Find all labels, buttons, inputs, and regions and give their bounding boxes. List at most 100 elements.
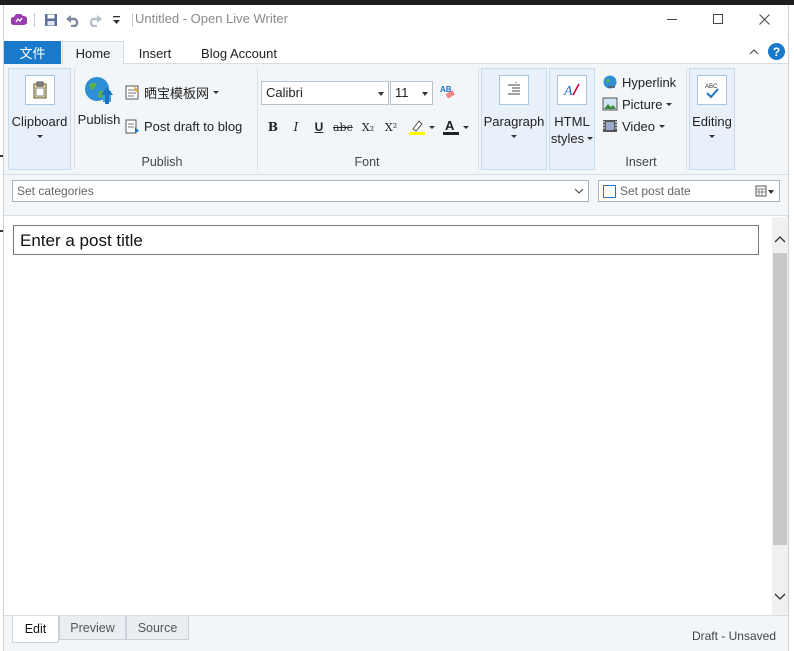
qat-separator [34, 13, 35, 27]
tab-preview[interactable]: Preview [59, 616, 126, 640]
font-group-label: Font [354, 155, 380, 169]
clipboard-button[interactable]: Clipboard [8, 68, 71, 170]
italic-button[interactable]: I [287, 117, 305, 137]
tab-edit[interactable]: Edit [12, 616, 59, 643]
post-date-picker[interactable]: Set post date [598, 180, 780, 202]
minimize-button[interactable] [649, 5, 695, 34]
video-icon [602, 118, 618, 134]
blog-selector[interactable]: 晒宝模板网 [124, 82, 220, 102]
save-icon[interactable] [42, 12, 59, 29]
maximize-button[interactable] [695, 5, 741, 34]
chevron-down-icon [511, 135, 517, 138]
font-size-value: 11 [395, 85, 409, 100]
highlighter-icon [409, 120, 425, 135]
clipboard-icon [24, 75, 55, 105]
group-divider [257, 68, 258, 170]
minimize-icon [666, 19, 677, 20]
font-color-button[interactable]: A [442, 117, 472, 137]
tab-blog-account[interactable]: Blog Account [194, 41, 284, 65]
chevron-down-icon [463, 125, 469, 129]
categories-placeholder: Set categories [17, 184, 94, 198]
html-styles-label-line2: styles [550, 131, 585, 146]
editor-area[interactable]: Enter a post title [4, 217, 772, 615]
editing-button[interactable]: ABC Editing [689, 68, 735, 170]
paragraph-button[interactable]: Paragraph [481, 68, 547, 170]
font-color-icon: A [443, 118, 459, 135]
html-styles-label-line1: HTML [554, 114, 590, 129]
customize-dropdown-icon[interactable] [108, 12, 125, 29]
window-title: Untitled - Open Live Writer [135, 11, 288, 26]
chevron-down-icon [422, 92, 428, 96]
scroll-up-icon[interactable] [772, 231, 788, 247]
close-button[interactable] [741, 5, 787, 34]
title-bar: Untitled - Open Live Writer [4, 5, 788, 34]
close-icon [758, 14, 770, 25]
superscript-button[interactable]: X² [382, 117, 400, 137]
underline-button[interactable]: U [310, 117, 328, 137]
scroll-down-icon[interactable] [772, 589, 788, 605]
quick-access-toolbar [10, 11, 135, 29]
picture-icon [602, 96, 618, 112]
post-draft-label: Post draft to blog [144, 118, 243, 134]
chevron-down-icon [36, 135, 43, 138]
strikethrough-button[interactable]: abc [333, 117, 353, 137]
blog-notepad-icon [124, 84, 140, 100]
post-draft-icon [124, 118, 140, 134]
chevron-down-icon [587, 137, 594, 140]
chevron-down-icon [666, 102, 673, 106]
chevron-down-icon [659, 124, 666, 128]
hyperlink-icon [602, 74, 618, 90]
collapse-ribbon-icon[interactable] [748, 46, 760, 58]
video-label: Video [622, 118, 656, 134]
font-size-combo[interactable]: 11 [390, 81, 433, 105]
clear-formatting-button[interactable]: AB [439, 83, 457, 101]
scroll-thumb[interactable] [773, 253, 787, 545]
video-button[interactable]: Video [602, 116, 666, 136]
hyperlink-button[interactable]: Hyperlink [602, 72, 676, 92]
post-properties-bar: Set categories Set post date [4, 175, 788, 216]
post-date-checkbox[interactable] [603, 185, 616, 198]
categories-combo[interactable]: Set categories [12, 180, 589, 202]
group-divider [74, 68, 75, 170]
status-bar: Edit Preview Source Draft - Unsaved [4, 615, 788, 651]
chevron-down-icon [213, 90, 220, 94]
save-status: Draft - Unsaved [691, 629, 776, 643]
tab-home[interactable]: Home [62, 41, 124, 65]
subscript-button[interactable]: X₂ [359, 117, 377, 137]
undo-icon[interactable] [64, 12, 81, 29]
chevron-down-icon [429, 125, 435, 129]
post-draft-button[interactable]: Post draft to blog [124, 116, 242, 136]
redo-icon[interactable] [86, 12, 103, 29]
picture-button[interactable]: Picture [602, 94, 673, 114]
qat-separator [132, 13, 133, 27]
chevron-down-icon [378, 92, 384, 96]
tab-insert[interactable]: Insert [130, 41, 180, 65]
tab-file[interactable]: 文件 [4, 41, 61, 64]
html-styles-icon: A [557, 75, 587, 105]
insert-group-label: Insert [625, 155, 657, 169]
post-title-input[interactable]: Enter a post title [13, 225, 759, 255]
picture-label: Picture [622, 96, 663, 112]
group-divider [686, 68, 687, 170]
paragraph-label: Paragraph [483, 114, 545, 129]
publish-button[interactable]: Publish [76, 68, 122, 128]
help-icon[interactable]: ? [768, 43, 785, 60]
calendar-icon [755, 185, 774, 197]
svg-text:ABC: ABC [705, 84, 718, 90]
clear-formatting-icon: AB [440, 85, 455, 99]
app-logo-icon[interactable] [10, 12, 27, 29]
bold-button[interactable]: B [264, 117, 282, 137]
font-name-combo[interactable]: Calibri [261, 81, 389, 105]
highlight-color-button[interactable] [408, 117, 438, 137]
svg-text:A: A [563, 84, 573, 99]
tab-source[interactable]: Source [126, 616, 189, 640]
chevron-down-icon [709, 135, 715, 138]
publish-group-label: Publish [141, 155, 183, 169]
html-styles-button[interactable]: A HTML styles [549, 68, 595, 170]
group-divider [478, 68, 479, 170]
background-window-edge-right [788, 5, 794, 651]
publish-label: Publish [77, 112, 121, 127]
vertical-scrollbar[interactable] [772, 217, 788, 615]
clipboard-label: Clipboard [11, 114, 68, 129]
maximize-icon [712, 14, 723, 24]
